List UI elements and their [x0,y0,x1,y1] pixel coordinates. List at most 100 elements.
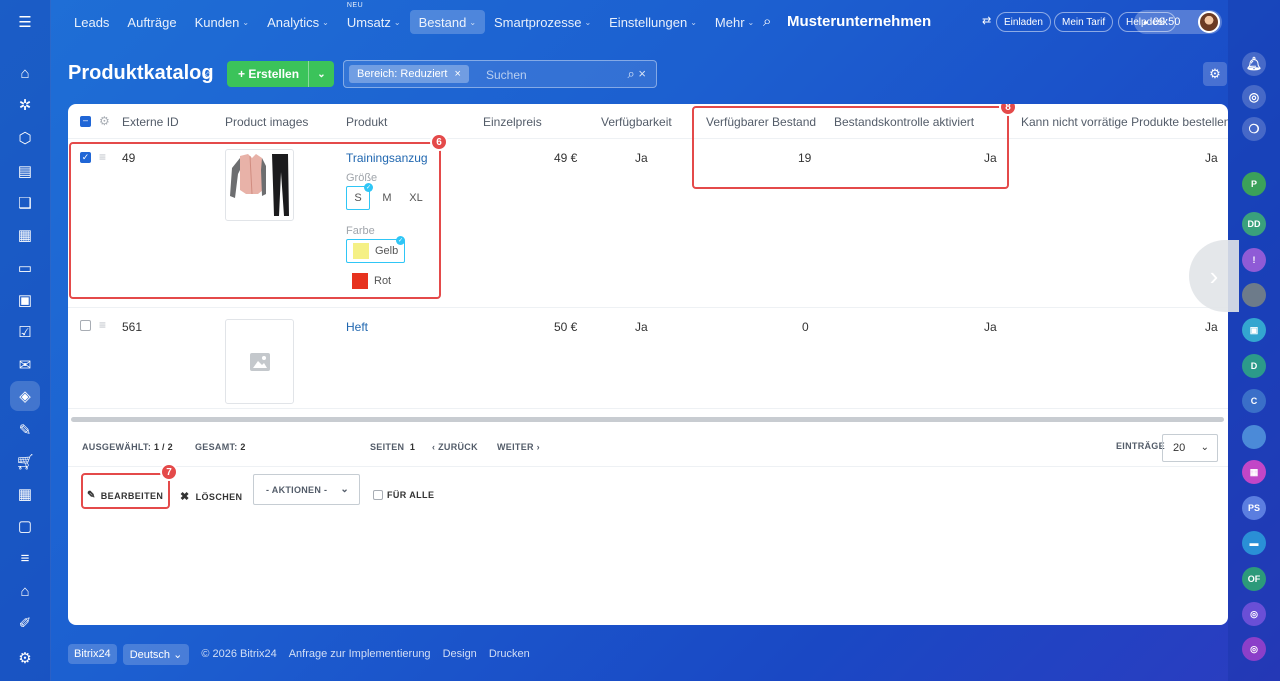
sign-icon[interactable]: ✎ [13,418,37,442]
page-size-select[interactable]: 20 ⌄ [1162,434,1218,462]
contact-card-icon[interactable]: ▣ [1242,318,1266,342]
inventory-icon[interactable]: ◈ [10,381,40,411]
selected-count: AUSGEWÄHLT: 1 / 2 [82,442,173,452]
calendar-icon[interactable]: ▦ [1242,460,1266,484]
nav-mehr[interactable]: Mehr ⌄ [706,10,763,34]
pin-icon[interactable]: ✧ [203,68,213,82]
current-page[interactable]: 1 [410,442,415,452]
marker-6: 6 [430,133,448,151]
print-link[interactable]: Drucken [489,648,530,660]
booking-icon[interactable]: ▦ [13,482,37,506]
copilot-icon[interactable]: ◎ [1242,637,1266,661]
prev-page-button[interactable]: ‹ ZURÜCK [432,442,478,452]
avatar[interactable]: DD [1242,212,1266,236]
column-header[interactable]: Verfügbarkeit [601,115,672,129]
column-header[interactable]: Product images [225,115,308,129]
avatar[interactable]: PS [1242,496,1266,520]
drive-icon[interactable]: ▭ [13,256,37,280]
available-stock: 0 [802,320,809,334]
shop-cart-icon[interactable]: 🛒︎ [13,450,37,474]
home-icon[interactable]: ⌂ [13,61,37,85]
tasks-icon[interactable]: ☑ [13,320,37,344]
chevron-down-icon[interactable]: ⌄ [308,61,334,87]
nav-leads[interactable]: Leads [65,10,118,34]
actions-select[interactable]: - AKTIONEN - ⌄ [253,474,360,505]
pulse-icon[interactable]: ◎ [1242,85,1266,109]
avatar[interactable]: C [1242,389,1266,413]
for-all-checkbox[interactable]: FÜR ALLE [373,490,434,500]
filter-tag[interactable]: Bereich: Reduziert × [349,65,469,83]
company-name[interactable]: Musterunternehmen [787,13,931,30]
search-icon[interactable]: ⌕ [763,13,771,30]
column-header[interactable]: Einzelpreis [483,115,542,129]
close-icon[interactable]: × [455,68,461,80]
store-icon[interactable]: ⌂ [13,579,37,603]
chevron-down-icon: ⌄ [1200,442,1209,453]
column-header[interactable]: Produkt [346,115,387,129]
crm-icon[interactable]: ✲ [13,93,37,117]
sites-icon[interactable]: ▢ [13,514,37,538]
highlight-box-8 [692,106,1009,189]
filter-tag-label: Bereich: Reduziert [357,68,448,80]
avatar[interactable]: OF [1242,567,1266,591]
calendar-icon[interactable]: ▦ [13,223,37,247]
reports-icon[interactable]: ✐ [13,611,37,635]
messages-icon[interactable]: ❍ [1242,117,1266,141]
nav-kunden[interactable]: Kunden ⌄ [186,10,259,34]
avatar[interactable] [1242,425,1266,449]
search-icon[interactable]: ⌕ × [628,66,646,82]
product-link[interactable]: Heft [346,320,368,334]
copilot-icon[interactable]: ◎ [1242,602,1266,626]
next-page-button[interactable]: WEITER › [497,442,540,452]
invite-button[interactable]: Einladen [996,12,1051,32]
bell-icon[interactable]: 🔔︎ [1242,52,1266,76]
document-icon[interactable]: ▤ [13,159,37,183]
nav-label: Leads [74,14,110,30]
nav-auftraege[interactable]: Aufträge [118,10,185,34]
nav-smartprozesse[interactable]: Smartprozesse ⌄ [485,10,600,34]
nav-bestand[interactable]: Bestand ⌄ [409,10,486,34]
automation-icon[interactable]: ≡ [13,546,37,570]
horizontal-scrollbar[interactable] [71,417,1224,422]
select-all-checkbox[interactable]: – [80,116,91,127]
checkbox[interactable] [373,490,383,500]
column-header[interactable]: Kann nicht vorrätige Produkte bestellen [1021,115,1228,129]
info-icon[interactable]: ! [1242,248,1266,272]
product-image-placeholder[interactable] [225,319,294,404]
row-checkbox[interactable] [80,320,91,331]
chat-icon[interactable]: ▬ [1242,531,1266,555]
table-row[interactable]: ≡ 561 Heft 50 € Ja 0 Ja Ja [68,308,1228,409]
chevron-down-icon: ⌄ [340,484,349,495]
mail-icon[interactable]: ✉ [13,353,37,377]
create-button[interactable]: + Erstellen ⌄ [227,61,334,87]
contact-center-icon[interactable]: ▣ [13,288,37,312]
chat-icon[interactable]: ❑ [13,191,37,215]
nav-label: Kunden [194,14,240,30]
gear-icon[interactable]: ⚙ [1203,62,1227,86]
nav-analytics[interactable]: Analytics ⌄ [258,10,338,34]
hexagon-icon[interactable]: ⬡ [13,126,37,150]
gear-icon[interactable]: ⚙ [99,114,110,128]
settings-icon[interactable]: ⚙ [13,646,37,670]
avatar[interactable]: D [1242,354,1266,378]
language-select[interactable]: Deutsch ⌄ [122,643,190,665]
delete-button[interactable]: ✖ LÖSCHEN [180,490,242,503]
swap-icon[interactable]: ⇄ [982,14,991,27]
nav-label: Analytics [267,14,320,30]
clock-widget[interactable]: ● 09:50 [1134,10,1222,34]
avatar[interactable] [1242,283,1266,307]
nav-einstellungen[interactable]: Einstellungen ⌄ [600,10,706,34]
menu-icon[interactable]: ☰ [13,10,37,34]
avatar[interactable] [1198,11,1220,33]
tariff-button[interactable]: Mein Tarif [1054,12,1114,32]
implementation-link[interactable]: Anfrage zur Implementierung [289,648,431,660]
column-header[interactable]: Externe ID [122,115,179,129]
nav-umsatz[interactable]: NEU Umsatz ⌄ [338,2,410,34]
avatar[interactable]: P [1242,172,1266,196]
nav-label: Smartprozesse [494,14,582,30]
design-link[interactable]: Design [443,648,477,660]
drag-handle-icon[interactable]: ≡ [99,318,106,332]
filter-search-bar[interactable]: Bereich: Reduziert × Suchen ⌕ × [343,60,657,88]
search-input[interactable]: Suchen [486,68,527,82]
bitrix24-logo[interactable]: Bitrix24 [68,644,117,664]
